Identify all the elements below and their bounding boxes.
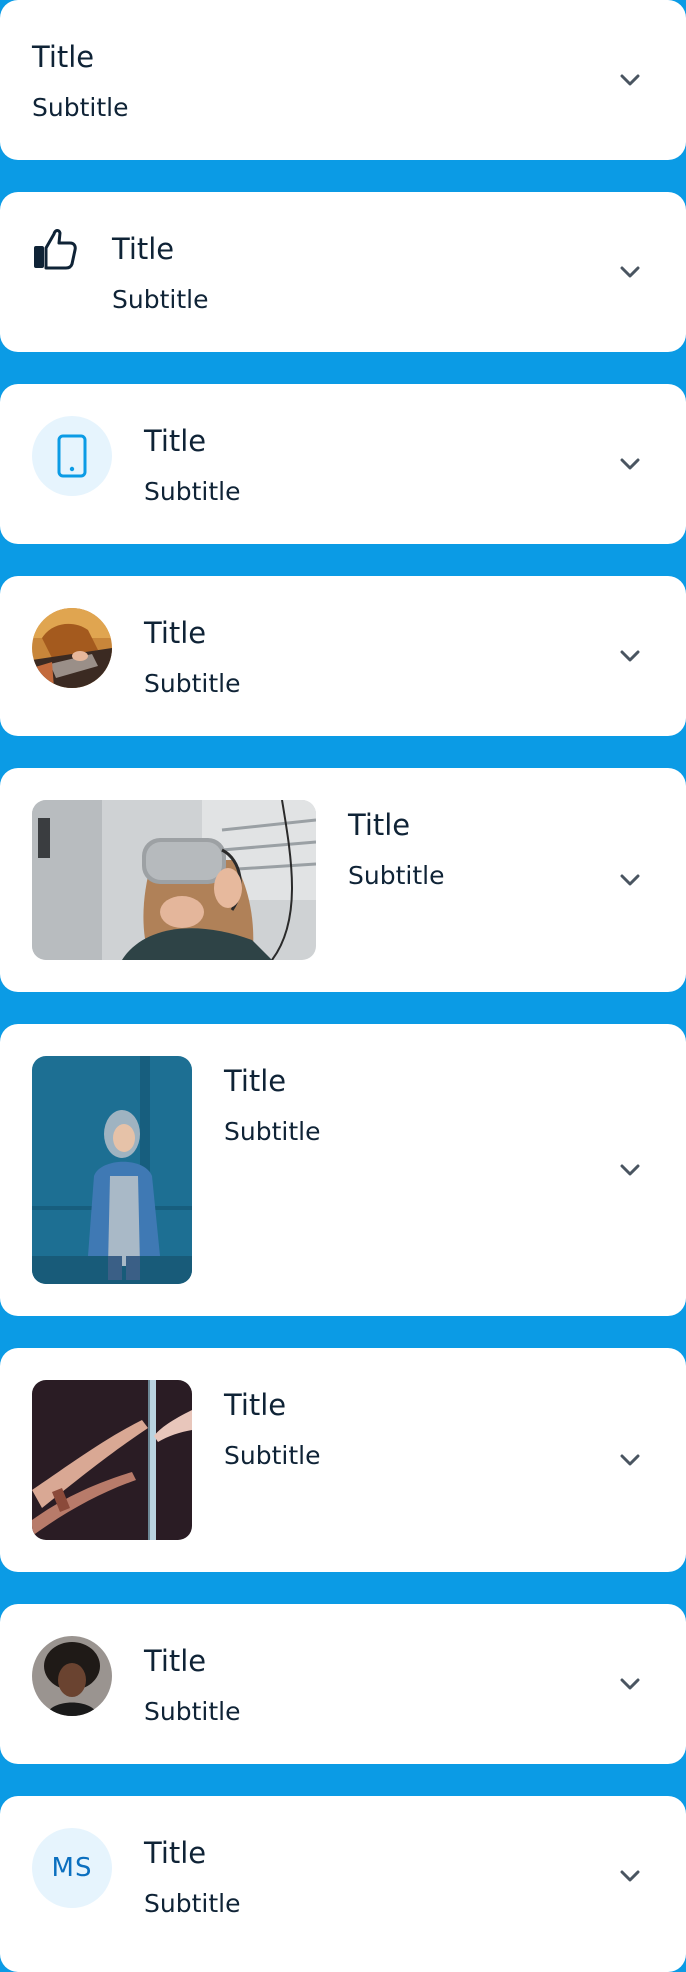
thumbs-up-icon <box>32 226 78 272</box>
item-subtitle: Subtitle <box>144 1889 241 1918</box>
list-item[interactable]: Title Subtitle <box>0 0 686 160</box>
avatar <box>32 1636 112 1716</box>
list-item[interactable]: Title Subtitle <box>0 192 686 352</box>
portrait-image <box>32 1056 192 1284</box>
chevron-down-icon[interactable] <box>616 1450 644 1470</box>
item-subtitle: Subtitle <box>144 477 241 506</box>
item-subtitle: Subtitle <box>224 1117 321 1146</box>
item-title: Title <box>348 808 411 842</box>
vr-headset-image <box>32 800 316 960</box>
item-title: Title <box>112 232 175 266</box>
list-item[interactable]: Title Subtitle <box>0 1604 686 1764</box>
item-title: Title <box>144 1836 207 1870</box>
item-title: Title <box>224 1064 287 1098</box>
item-subtitle: Subtitle <box>144 1697 241 1726</box>
chevron-down-icon[interactable] <box>616 1866 644 1886</box>
initials-avatar: MS <box>32 1828 112 1908</box>
list-item[interactable]: Title Subtitle <box>0 1348 686 1572</box>
chevron-down-icon[interactable] <box>616 70 644 90</box>
item-title: Title <box>144 424 207 458</box>
chevron-down-icon[interactable] <box>616 1160 644 1180</box>
item-title: Title <box>32 40 95 74</box>
item-subtitle: Subtitle <box>32 93 129 122</box>
list-item[interactable]: Title Subtitle <box>0 1024 686 1316</box>
hands-image <box>32 1380 192 1540</box>
item-title: Title <box>224 1388 287 1422</box>
smartphone-icon <box>57 434 87 478</box>
list-item[interactable]: Title Subtitle <box>0 576 686 736</box>
list-item[interactable]: Title Subtitle <box>0 384 686 544</box>
chevron-down-icon[interactable] <box>616 1674 644 1694</box>
chevron-down-icon[interactable] <box>616 646 644 666</box>
chevron-down-icon[interactable] <box>616 262 644 282</box>
list-item[interactable]: MS Title Subtitle <box>0 1796 686 1972</box>
avatar <box>32 608 112 688</box>
item-subtitle: Subtitle <box>224 1441 321 1470</box>
item-subtitle: Subtitle <box>348 861 445 890</box>
chevron-down-icon[interactable] <box>616 870 644 890</box>
list-item[interactable]: Title Subtitle <box>0 768 686 992</box>
item-subtitle: Subtitle <box>144 669 241 698</box>
item-title: Title <box>144 616 207 650</box>
item-subtitle: Subtitle <box>112 285 209 314</box>
item-title: Title <box>144 1644 207 1678</box>
chevron-down-icon[interactable] <box>616 454 644 474</box>
icon-container <box>32 416 112 496</box>
